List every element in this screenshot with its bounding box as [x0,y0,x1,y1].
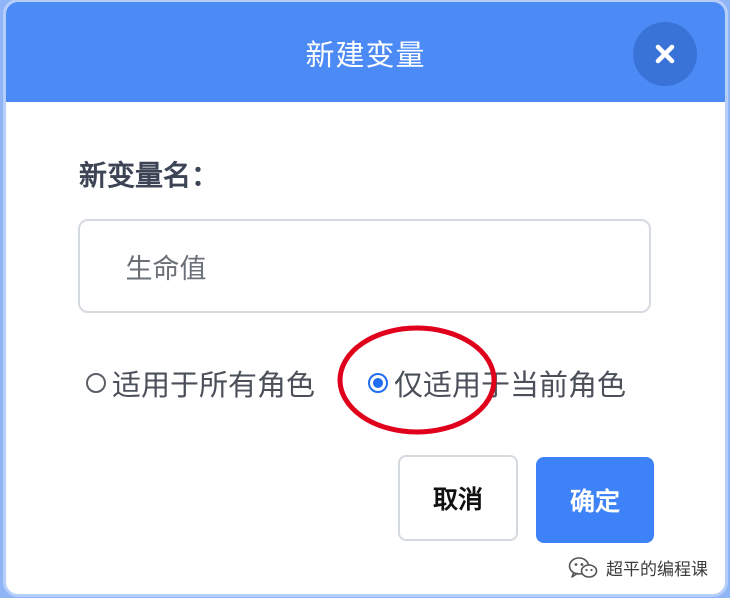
cancel-button[interactable]: 取消 [398,455,518,541]
variable-name-label: 新变量名： [79,159,220,192]
ok-button[interactable]: 确定 [536,457,654,543]
scope-option-all-sprites[interactable]: 适用于所有角色 [86,362,315,404]
close-icon [655,44,675,64]
dialog-header: 新建变量 [6,2,725,102]
watermark: 超平的编程课 [568,555,708,580]
scope-option-all-sprites-label: 适用于所有角色 [112,368,316,402]
scope-option-this-sprite[interactable]: 仅适用于当前角色 [368,362,626,404]
new-variable-dialog: 新建变量 新变量名： 适用于所有角色 仅适用于当前角色 取消 确定 [6,2,725,594]
variable-name-input[interactable] [112,250,649,282]
dialog-title: 新建变量 [305,38,426,72]
variable-name-field[interactable] [78,219,651,313]
scope-option-this-sprite-label: 仅适用于当前角色 [394,368,627,402]
close-button[interactable] [633,22,697,86]
watermark-text: 超平的编程课 [606,560,708,580]
wechat-icon [568,556,598,578]
radio-this-sprite[interactable] [368,373,388,393]
radio-all-sprites[interactable] [86,373,106,393]
